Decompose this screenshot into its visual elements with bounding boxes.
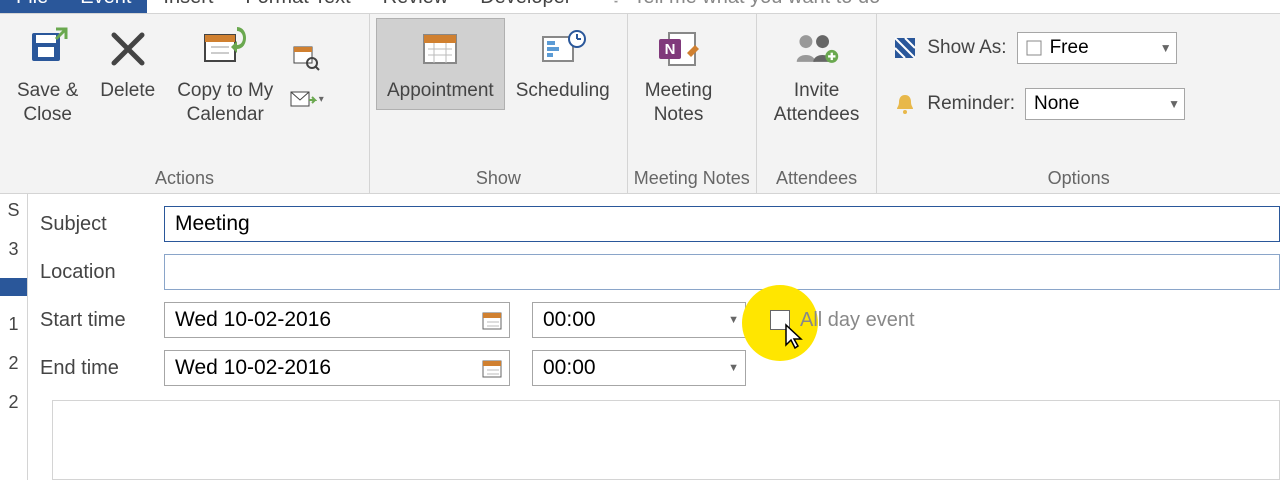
appointment-icon — [416, 25, 464, 73]
tab-insert[interactable]: Insert — [147, 0, 229, 14]
ribbon-tabs: File Event Insert Format Text Review Dev… — [0, 0, 1280, 14]
show-as-icon — [893, 36, 917, 60]
chevron-down-icon: ▼ — [728, 362, 739, 374]
all-day-label: All day event — [800, 309, 915, 332]
tab-file[interactable]: File — [0, 0, 64, 14]
cursor-icon — [784, 323, 806, 349]
chevron-down-icon: ▼ — [1168, 97, 1180, 111]
calendar-search-icon — [292, 43, 320, 71]
group-show: Appointment Scheduling Show — [370, 14, 628, 193]
end-time-label: End time — [40, 357, 164, 380]
location-input[interactable] — [164, 254, 1280, 290]
onenote-icon: N — [655, 25, 703, 73]
tab-developer[interactable]: Developer — [464, 0, 587, 14]
start-time-picker[interactable]: 00:00 ▼ — [532, 302, 746, 338]
form-area: S 3 1 2 2 Subject Location Start time We… — [0, 194, 1280, 480]
end-date-picker[interactable]: Wed 10-02-2016 — [164, 350, 510, 386]
delete-button[interactable]: Delete — [89, 18, 166, 110]
event-body-textarea[interactable] — [52, 400, 1280, 480]
scheduling-button[interactable]: Scheduling — [505, 18, 621, 110]
tell-me-search[interactable]: Tell me what you want to do — [587, 0, 880, 13]
start-time-label: Start time — [40, 309, 164, 332]
lightbulb-icon — [607, 0, 625, 4]
save-close-button[interactable]: Save & Close — [6, 18, 89, 134]
envelope-forward-icon — [289, 88, 317, 110]
group-meeting-notes: N Meeting Notes Meeting Notes — [628, 14, 757, 193]
reminder-icon — [893, 92, 917, 116]
location-label: Location — [40, 261, 164, 284]
svg-text:N: N — [664, 41, 675, 58]
invite-attendees-button[interactable]: Invite Attendees — [763, 18, 871, 134]
copy-to-calendar-button[interactable]: Copy to My Calendar — [166, 18, 284, 134]
meeting-notes-button[interactable]: N Meeting Notes — [634, 18, 724, 134]
group-attendees: Invite Attendees Attendees — [757, 14, 878, 193]
calendar-icon — [481, 309, 503, 331]
group-options: Show As: Free ▼ Reminder: None ▼ — [877, 14, 1280, 193]
free-status-icon — [1026, 40, 1042, 56]
calendar-copy-icon — [201, 25, 249, 73]
chevron-down-icon: ▼ — [1160, 41, 1172, 55]
end-time-picker[interactable]: 00:00 ▼ — [532, 350, 746, 386]
group-actions: Save & Close Delete Copy to My Calendar — [0, 14, 370, 193]
tab-event[interactable]: Event — [64, 0, 147, 14]
chevron-down-icon: ▼ — [728, 314, 739, 326]
scheduling-icon — [539, 25, 587, 73]
save-icon — [24, 25, 72, 73]
reminder-label: Reminder: — [927, 93, 1015, 115]
forward-small-button[interactable]: ▾ — [288, 81, 324, 117]
appointment-button[interactable]: Appointment — [376, 18, 505, 110]
ribbon: Save & Close Delete Copy to My Calendar — [0, 14, 1280, 194]
tab-review[interactable]: Review — [367, 0, 465, 14]
subject-input[interactable] — [164, 206, 1280, 242]
start-date-picker[interactable]: Wed 10-02-2016 — [164, 302, 510, 338]
delete-icon — [104, 25, 152, 73]
subject-label: Subject — [40, 213, 164, 236]
calendar-icon — [481, 357, 503, 379]
left-nav-strip: S 3 1 2 2 — [0, 194, 28, 480]
show-as-combobox[interactable]: Free ▼ — [1017, 32, 1177, 64]
tab-format-text[interactable]: Format Text — [229, 0, 366, 14]
calendar-small-button[interactable] — [288, 39, 324, 75]
reminder-combobox[interactable]: None ▼ — [1025, 88, 1185, 120]
show-as-label: Show As: — [927, 37, 1006, 59]
invite-attendees-icon — [793, 25, 841, 73]
